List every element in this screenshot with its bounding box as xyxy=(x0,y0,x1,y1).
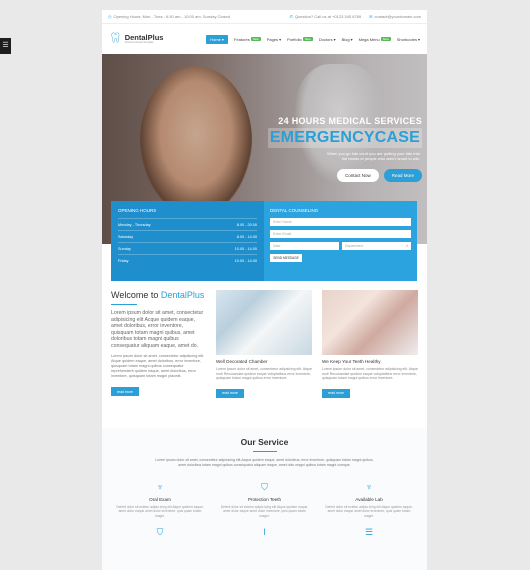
chevron-down-icon: ▾ xyxy=(350,36,353,42)
hero-caption: 24 HOURS MEDICAL SERVICES EMERGENCYCASE … xyxy=(267,116,427,182)
new-badge: New xyxy=(302,37,313,41)
chevron-down-icon: ▾ xyxy=(406,244,408,248)
sidebar-toggle-button[interactable]: ☰ xyxy=(0,38,11,54)
toothbrush-icon: ǀ xyxy=(263,527,266,538)
opening-hours-text: Opening Hours: Mon - Tues : 6:30 am - 10… xyxy=(113,14,231,19)
service-name: Oral Exam xyxy=(149,496,171,502)
nav-item-label: Shortcodes xyxy=(396,36,417,42)
nav-item-label: Blog xyxy=(341,36,350,42)
feature-card: We Keep Your Teeth Healthy Lorem ipsum d… xyxy=(322,290,418,399)
nav-item-home[interactable]: Home ▾ xyxy=(206,34,228,44)
card-body: Lorem ipsum dolor sit amet, consectetur … xyxy=(216,367,312,381)
nav-item-label: Portfolio xyxy=(287,36,302,42)
read-more-button[interactable]: read more xyxy=(322,388,350,398)
contact-now-button[interactable]: Contact Now xyxy=(336,169,379,182)
chevron-down-icon: ▾ xyxy=(333,36,336,42)
hours-row: Monday - Thursday 8.00 - 20.00 xyxy=(118,218,257,230)
counseling-title: DENTAL COUNSELING xyxy=(270,208,319,213)
page: ◷ Opening Hours: Mon - Tues : 6:30 am - 1… xyxy=(102,10,427,570)
nav-item-portfolio[interactable]: Portfolio New xyxy=(287,37,313,42)
tooth-logo-icon: 🦷︎ xyxy=(109,33,122,44)
hero-subtitle: 24 HOURS MEDICAL SERVICES xyxy=(278,116,422,126)
welcome-intro: Welcome to DentalPlus Lorem ipsum dolor … xyxy=(111,290,207,398)
nav-item-label: Mega Menu xyxy=(358,36,380,42)
read-more-button[interactable]: read more xyxy=(111,387,139,396)
hours-row: Sunday 10.00 - 14.00 xyxy=(118,242,257,254)
nav-item-label: Home xyxy=(210,36,221,42)
phone-text: Question? Call us at +0123 345 6789 xyxy=(294,14,362,19)
services-description: Lorem ipsum dolor sit amet, consectetur … xyxy=(155,458,374,467)
nav-item-label: Doctors xyxy=(318,36,333,42)
logo-name: DentalPlus xyxy=(124,33,164,42)
service-item[interactable]: ⛉ Protection Teeth Deferit dolor sit ect… xyxy=(219,482,311,519)
new-badge: New xyxy=(380,37,391,41)
card-body: Lorem ipsum dolor sit amet, consectetur … xyxy=(322,367,418,381)
tooth-icon: ♆ xyxy=(156,481,164,492)
sliders-icon: ☰ xyxy=(2,42,9,49)
chevron-down-icon: ▾ xyxy=(417,36,420,42)
info-panels: OPENING HOURS Monday - Thursday 8.00 - 20… xyxy=(111,201,417,281)
card-title: Well Decorated Chamber xyxy=(216,359,268,364)
tooth-icon: ♆ xyxy=(365,481,373,492)
welcome-body: Lorem ipsum dolor sit amet, consectetur … xyxy=(111,354,205,378)
service-text: Deferit dolor sit ectetur adipis icing e… xyxy=(325,504,413,518)
date-field[interactable]: Date xyxy=(270,242,339,250)
nav-item-features[interactable]: Features New xyxy=(234,37,261,42)
service-name: Protection Teeth xyxy=(247,496,282,502)
read-more-button[interactable]: Read More xyxy=(383,169,422,182)
card-title: We Keep Your Teeth Healthy xyxy=(322,359,381,364)
chamber-photo xyxy=(216,290,312,355)
family-photo xyxy=(322,290,418,355)
nav-item-blog[interactable]: Blog ▾ xyxy=(342,37,353,42)
nav-item-pages[interactable]: Pages ▾ xyxy=(267,37,281,42)
hero-description: When you go into court you are putting y… xyxy=(268,151,422,161)
shield-tooth-icon: ⛉ xyxy=(156,527,164,538)
services-section: Our Service Lorem ipsum dolor sit amet, … xyxy=(102,428,427,570)
hero-title: EMERGENCYCASE xyxy=(267,128,422,148)
service-text: Deferit dolor sit ectetur adipis icing e… xyxy=(220,504,309,518)
department-select[interactable]: Department ▾ xyxy=(342,242,411,250)
dental-counseling-panel: DENTAL COUNSELING Enter Name Enter Email… xyxy=(264,201,417,281)
welcome-lead: Lorem ipsum dolor sit amet, consectetur … xyxy=(111,310,204,349)
opening-hours-title: OPENING HOURS xyxy=(118,208,157,213)
send-message-button[interactable]: SEND MESSAGE xyxy=(270,254,302,262)
hero-desc-line: the hands of people who aren't smart to … xyxy=(341,156,420,161)
service-item[interactable]: ♆ Oral Exam Deferit dolor sit ectetur ad… xyxy=(114,482,206,519)
chevron-down-icon: ▾ xyxy=(279,36,282,42)
shield-tooth-icon: ⛉ xyxy=(261,481,268,492)
services-title: Our Service xyxy=(240,437,289,447)
service-name: Available Lab xyxy=(355,496,383,502)
mail-icon: ✉ xyxy=(369,14,373,19)
read-more-button[interactable]: read more xyxy=(216,388,244,398)
new-badge: New xyxy=(250,37,261,41)
chevron-down-icon: ▾ xyxy=(221,36,224,42)
opening-hours-panel: OPENING HOURS Monday - Thursday 8.00 - 20… xyxy=(111,201,264,281)
hours-row: Saturday 8.00 - 14.00 xyxy=(118,230,257,242)
top-bar: ◷ Opening Hours: Mon - Tues : 6:30 am - 1… xyxy=(102,10,427,24)
hours-row: Friday 10.00 - 14.00 xyxy=(118,254,257,266)
nav-item-label: Features xyxy=(233,36,250,42)
email-link[interactable]: contact@yourdomain.com xyxy=(374,14,421,19)
tooth-paste-icon: ☰ xyxy=(364,527,374,538)
service-item[interactable]: ♆ Available Lab Deferit dolor sit ectetu… xyxy=(323,482,415,519)
welcome-title: Welcome to DentalPlus xyxy=(111,290,205,300)
phone-icon: ✆ xyxy=(289,14,293,19)
nav-item-label: Pages xyxy=(266,36,279,42)
feature-card: Well Decorated Chamber Lorem ipsum dolor… xyxy=(216,290,312,399)
nav-item-shortcodes[interactable]: Shortcodes ▾ xyxy=(397,37,420,42)
logo[interactable]: 🦷︎ DentalPlus Premium Dental Template xyxy=(109,33,164,45)
menu: Home ▾ Features New Pages ▾ Portfolio New Do… xyxy=(206,34,420,44)
name-field[interactable]: Enter Name xyxy=(270,218,411,226)
clock-icon: ◷ xyxy=(108,14,112,19)
nav-item-mega-menu[interactable]: Mega Menu New xyxy=(359,37,391,42)
nav-item-doctors[interactable]: Doctors ▾ xyxy=(319,37,336,42)
main-nav: 🦷︎ DentalPlus Premium Dental Template Ho… xyxy=(102,24,427,54)
service-text: Deferit dolor sit ectetur adipis icing e… xyxy=(116,504,204,518)
email-field[interactable]: Enter Email xyxy=(270,230,411,238)
